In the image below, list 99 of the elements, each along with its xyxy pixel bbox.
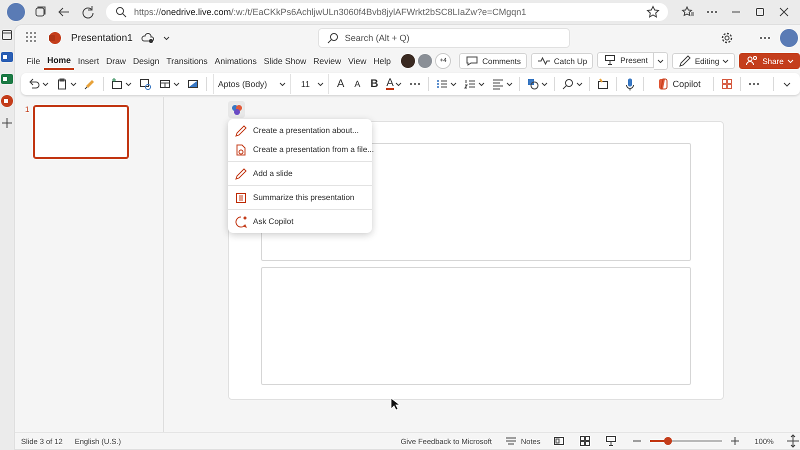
menu-item[interactable]: Create a presentation from a file... bbox=[228, 140, 372, 159]
menu-item[interactable]: Add a slide bbox=[228, 164, 372, 183]
close-icon[interactable] bbox=[777, 5, 791, 19]
chevron-down-icon bbox=[279, 82, 286, 86]
normal-view-icon[interactable] bbox=[552, 434, 566, 448]
grow-font-button[interactable]: A bbox=[335, 78, 346, 90]
slide-sorter-icon[interactable] bbox=[578, 434, 592, 448]
ribbon-tab[interactable]: Transitions bbox=[162, 53, 212, 69]
ribbon-tab[interactable]: Review bbox=[310, 53, 345, 69]
align-icon[interactable] bbox=[490, 77, 505, 91]
font-dropdown[interactable]: Aptos (Body) bbox=[213, 74, 291, 94]
ribbon-tab[interactable]: Help bbox=[370, 53, 394, 69]
search-icon bbox=[114, 5, 128, 19]
chevron-down-icon bbox=[173, 82, 180, 86]
list-icon bbox=[234, 190, 248, 204]
presenter-icon bbox=[603, 53, 618, 67]
bullets-icon[interactable] bbox=[434, 77, 449, 91]
bold-button[interactable]: B bbox=[368, 78, 380, 90]
add-ins-icon[interactable] bbox=[720, 77, 734, 91]
powerpoint-app-icon[interactable] bbox=[0, 94, 14, 108]
pencil-icon bbox=[234, 166, 248, 180]
numbering-icon[interactable] bbox=[462, 77, 477, 91]
paste-icon[interactable] bbox=[55, 77, 69, 91]
fit-to-window-icon[interactable] bbox=[786, 434, 800, 448]
font-color-button[interactable]: A bbox=[386, 78, 402, 90]
layout-icon[interactable] bbox=[158, 77, 172, 91]
settings-icon[interactable] bbox=[720, 31, 734, 45]
sidebar-icon[interactable] bbox=[0, 28, 14, 42]
chevron-down-icon bbox=[506, 82, 513, 86]
word-app-icon[interactable] bbox=[0, 50, 14, 64]
favorite-star-icon[interactable] bbox=[646, 5, 660, 19]
cloud-icon[interactable] bbox=[140, 31, 155, 45]
background-icon[interactable] bbox=[186, 77, 200, 91]
mouse-cursor-icon bbox=[390, 397, 400, 411]
chat-bubble-icon bbox=[234, 214, 248, 228]
chevron-down-icon bbox=[317, 82, 324, 86]
menu-item[interactable]: Create a presentation about... bbox=[228, 121, 372, 140]
share-button[interactable]: Share bbox=[739, 53, 800, 69]
ribbon-tab[interactable]: Insert bbox=[74, 53, 103, 69]
chevron-down-icon bbox=[394, 82, 402, 86]
reuse-slides-icon[interactable] bbox=[138, 77, 152, 91]
chevron-down-icon bbox=[656, 58, 664, 64]
address-bar[interactable]: https://onedrive.live.com/:w:/t/EaCKkPs6AchljwULn3060f4Bvb8jylAFWrkt2bSC8LIaZw?e=CMgqn1 bbox=[106, 3, 668, 21]
comments-button[interactable]: Comments bbox=[459, 53, 527, 69]
ribbon-tab[interactable]: Slide Show bbox=[260, 53, 310, 69]
presenter-icon[interactable] bbox=[604, 434, 618, 448]
ribbon-tab[interactable]: Design bbox=[129, 53, 163, 69]
excel-app-icon[interactable] bbox=[0, 72, 14, 86]
chevron-down-icon bbox=[478, 82, 485, 86]
tabs-icon[interactable] bbox=[33, 5, 47, 19]
slide-thumbnail[interactable] bbox=[33, 105, 130, 159]
shapes-icon[interactable] bbox=[526, 77, 540, 91]
collaborator-avatar[interactable] bbox=[401, 54, 416, 68]
present-button[interactable]: Present bbox=[597, 52, 654, 68]
slide-number: 1 bbox=[25, 105, 30, 114]
chevron-down-icon bbox=[70, 82, 77, 86]
copilot-button[interactable] bbox=[228, 101, 245, 118]
chevron-down-icon bbox=[786, 58, 794, 64]
add-icon[interactable] bbox=[0, 116, 14, 130]
chevron-down-icon bbox=[42, 82, 49, 86]
ribbon-tab[interactable]: Animations bbox=[211, 53, 260, 69]
people-icon bbox=[745, 54, 760, 68]
chevron-down-icon bbox=[162, 36, 170, 40]
present-options-button[interactable] bbox=[654, 52, 668, 70]
app-launcher-icon[interactable] bbox=[25, 31, 39, 45]
pencil-icon bbox=[234, 124, 248, 138]
menu-item[interactable]: Ask Copilot bbox=[228, 212, 372, 231]
menu-item[interactable]: Summarize this presentation bbox=[228, 188, 372, 207]
ribbon-tab[interactable]: View bbox=[344, 53, 370, 69]
copilot-button[interactable]: Copilot bbox=[650, 76, 707, 92]
search-icon[interactable] bbox=[560, 77, 575, 91]
designer-icon[interactable] bbox=[596, 77, 610, 91]
chevron-down-icon bbox=[540, 82, 548, 86]
account-avatar[interactable] bbox=[780, 29, 798, 47]
editing-mode-button[interactable]: Editing bbox=[672, 53, 736, 69]
chevron-down-icon bbox=[722, 58, 730, 64]
chevron-down-icon bbox=[576, 82, 583, 86]
ribbon-tab[interactable]: Draw bbox=[102, 53, 130, 69]
shrink-font-button[interactable]: A bbox=[352, 79, 362, 89]
new-slide-icon[interactable] bbox=[110, 77, 124, 91]
copilot-icon bbox=[230, 102, 244, 116]
chevron-down-icon bbox=[450, 82, 457, 86]
document-title[interactable]: Presentation1 bbox=[71, 32, 133, 44]
refresh-icon[interactable] bbox=[81, 5, 95, 19]
search-field[interactable]: Search (Alt + Q) bbox=[318, 28, 570, 48]
catch-up-button[interactable]: Catch Up bbox=[530, 53, 594, 69]
document-icon bbox=[234, 142, 248, 156]
comment-icon bbox=[465, 54, 480, 68]
maximize-icon[interactable] bbox=[753, 5, 767, 19]
chevron-down-icon bbox=[125, 82, 132, 86]
favorites-icon[interactable] bbox=[681, 5, 695, 19]
undo-icon[interactable] bbox=[27, 77, 41, 91]
ribbon-tab[interactable]: File bbox=[23, 53, 44, 69]
search-icon bbox=[326, 31, 340, 45]
ribbon-tab[interactable]: Home bbox=[44, 52, 74, 70]
pencil-icon bbox=[678, 54, 692, 68]
powerpoint-logo-icon bbox=[47, 31, 63, 45]
back-arrow-icon[interactable] bbox=[57, 5, 71, 19]
profile-avatar[interactable] bbox=[7, 3, 25, 21]
